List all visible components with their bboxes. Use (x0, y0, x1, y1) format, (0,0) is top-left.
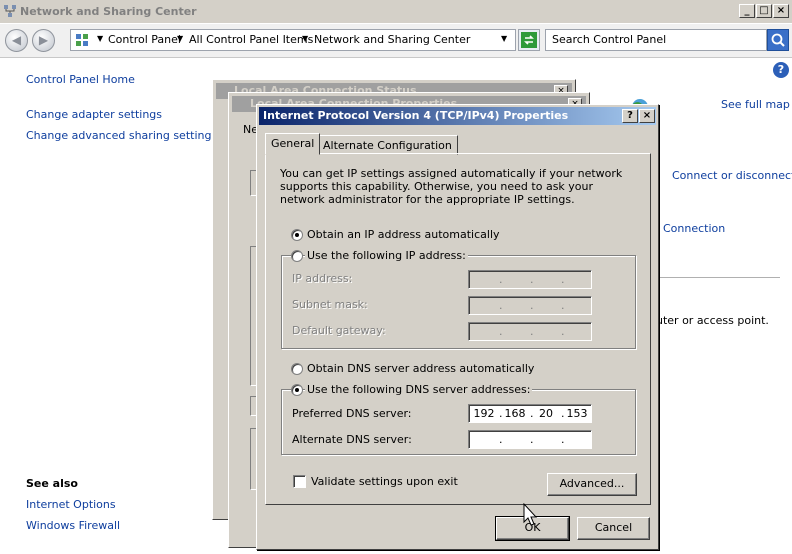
minimize-button[interactable]: _ (739, 4, 755, 18)
nav-control-panel-home[interactable]: Control Panel Home (26, 73, 135, 86)
use-following-dns-label[interactable]: Use the following DNS server addresses: (305, 383, 533, 396)
preferred-dns-octet-4[interactable]: 153 (564, 407, 590, 420)
advanced-button[interactable]: Advanced... (547, 473, 637, 496)
see-also-windows-firewall[interactable]: Windows Firewall (26, 519, 120, 532)
default-gateway-label: Default gateway: (292, 324, 386, 337)
preferred-dns-octet-1[interactable]: 192 (471, 407, 497, 420)
window-title: Network and Sharing Center (20, 5, 197, 18)
connect-or-disconnect-link[interactable]: Connect or disconnect (672, 169, 792, 182)
divider (660, 277, 780, 278)
help-question-button[interactable]: ? (622, 109, 638, 123)
maximize-button[interactable]: □ (756, 4, 772, 18)
breadcrumb-chevron-icon[interactable]: ▼ (97, 34, 103, 43)
address-dropdown-icon[interactable]: ▼ (501, 34, 507, 43)
see-also-internet-options[interactable]: Internet Options (26, 498, 116, 511)
tcpip-properties-dialog: Internet Protocol Version 4 (TCP/IPv4) P… (256, 104, 659, 550)
tab-general[interactable]: General (265, 133, 321, 155)
search-button[interactable] (767, 29, 789, 51)
forward-button[interactable]: ▶ (32, 29, 55, 52)
ip-address-field: . . . (468, 270, 592, 289)
subnet-mask-label: Subnet mask: (292, 298, 368, 311)
address-box[interactable]: ▼ Control Panel ▼ All Control Panel Item… (70, 29, 516, 51)
alternate-dns-field[interactable]: . . . (468, 430, 592, 449)
breadcrumb-network-sharing[interactable]: Network and Sharing Center (314, 33, 470, 46)
dialog-titlebar: Internet Protocol Version 4 (TCP/IPv4) P… (259, 107, 656, 125)
search-icon (771, 33, 785, 47)
dialog-title: Internet Protocol Version 4 (TCP/IPv4) P… (263, 109, 569, 122)
obtain-ip-auto-label[interactable]: Obtain an IP address automatically (307, 228, 500, 241)
default-gateway-field: . . . (468, 322, 592, 341)
see-full-map-link[interactable]: See full map (721, 98, 790, 111)
address-toolbar: ◀ ▶ ▼ Control Panel ▼ All Control Panel … (0, 24, 792, 58)
refresh-button[interactable] (518, 29, 540, 51)
router-text: uter or access point. (656, 314, 769, 327)
breadcrumb-chevron-icon[interactable]: ▼ (177, 34, 183, 43)
breadcrumb-chevron-icon[interactable]: ▼ (302, 34, 308, 43)
validate-label[interactable]: Validate settings upon exit (311, 475, 458, 488)
dialog-close-button[interactable]: × (639, 109, 655, 123)
network-icon (4, 5, 16, 17)
cancel-button[interactable]: Cancel (577, 517, 650, 540)
nav-change-advanced-sharing[interactable]: Change advanced sharing settings (26, 129, 217, 142)
validate-checkbox[interactable] (293, 475, 306, 488)
close-button[interactable]: × (773, 4, 789, 18)
breadcrumb-all-items[interactable]: All Control Panel Items (189, 33, 313, 46)
obtain-dns-auto-label[interactable]: Obtain DNS server address automatically (307, 362, 534, 375)
preferred-dns-octet-3[interactable]: 20 (533, 407, 559, 420)
connection-link[interactable]: Connection (663, 222, 725, 235)
preferred-dns-octet-2[interactable]: 168 (502, 407, 528, 420)
use-following-ip-radio[interactable] (291, 250, 303, 262)
see-also-heading: See also (26, 477, 78, 490)
search-input[interactable]: Search Control Panel (545, 29, 767, 51)
alternate-dns-label: Alternate DNS server: (292, 433, 412, 446)
subnet-mask-field: . . . (468, 296, 592, 315)
use-following-dns-radio[interactable] (291, 384, 303, 396)
refresh-icon (521, 32, 537, 48)
back-button[interactable]: ◀ (5, 29, 28, 52)
use-following-ip-label[interactable]: Use the following IP address: (305, 249, 468, 262)
preferred-dns-field[interactable]: 192. 168. 20. 153 (468, 404, 592, 423)
control-panel-icon (76, 34, 88, 46)
preferred-dns-label: Preferred DNS server: (292, 407, 412, 420)
window-titlebar: Network and Sharing Center _ □ × (0, 0, 792, 24)
help-icon[interactable]: ? (773, 62, 789, 78)
breadcrumb-control-panel[interactable]: Control Panel (108, 33, 181, 46)
tab-alternate-configuration[interactable]: Alternate Configuration (317, 135, 458, 155)
ip-address-label: IP address: (292, 272, 353, 285)
intro-text: You can get IP settings assigned automat… (280, 167, 623, 206)
obtain-ip-auto-radio[interactable] (291, 229, 303, 241)
nav-change-adapter-settings[interactable]: Change adapter settings (26, 108, 162, 121)
search-placeholder: Search Control Panel (552, 33, 667, 46)
mouse-cursor-icon (523, 503, 538, 526)
obtain-dns-auto-radio[interactable] (291, 363, 303, 375)
